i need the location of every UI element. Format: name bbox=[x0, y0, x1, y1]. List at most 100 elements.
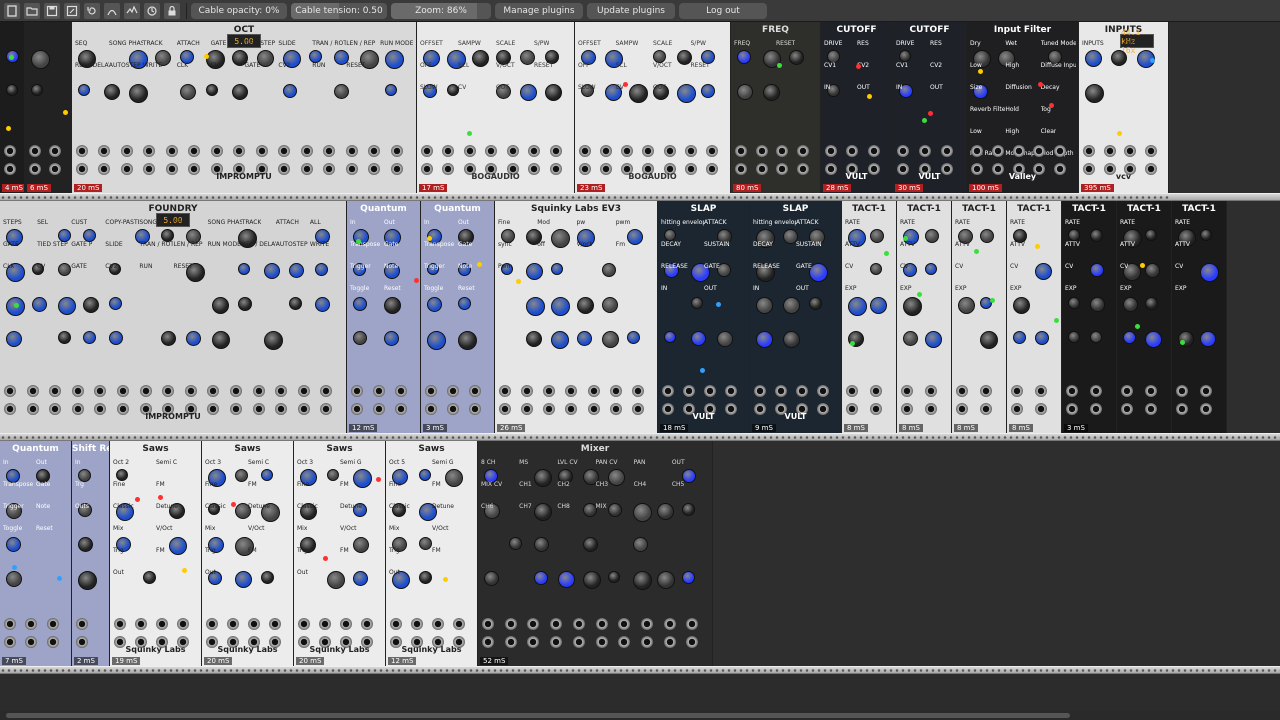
port-jack[interactable] bbox=[469, 403, 481, 415]
save-icon[interactable] bbox=[44, 2, 60, 19]
knob[interactable] bbox=[282, 84, 297, 98]
port-jack[interactable] bbox=[463, 145, 476, 157]
horizontal-scrollbar[interactable] bbox=[0, 711, 1280, 720]
knob[interactable] bbox=[869, 297, 887, 314]
knob[interactable] bbox=[737, 50, 751, 64]
knob[interactable] bbox=[353, 571, 369, 586]
knob[interactable] bbox=[848, 297, 867, 316]
knob[interactable] bbox=[1068, 229, 1080, 241]
port-jack[interactable] bbox=[956, 385, 968, 397]
port-jack[interactable] bbox=[499, 385, 511, 397]
port-jack[interactable] bbox=[684, 145, 697, 157]
power-meter-icon[interactable] bbox=[124, 2, 140, 19]
knob[interactable] bbox=[6, 537, 21, 552]
knob[interactable] bbox=[263, 263, 280, 279]
knob[interactable] bbox=[1144, 229, 1157, 241]
knob[interactable] bbox=[690, 297, 703, 309]
port-jack[interactable] bbox=[76, 145, 88, 157]
knob[interactable] bbox=[78, 537, 93, 552]
port-jack[interactable] bbox=[255, 145, 268, 157]
knob[interactable] bbox=[6, 84, 18, 96]
port-jack[interactable] bbox=[565, 385, 578, 397]
port-jack[interactable] bbox=[4, 163, 16, 175]
port-jack[interactable] bbox=[432, 618, 444, 630]
knob[interactable] bbox=[1144, 263, 1160, 278]
knob[interactable] bbox=[677, 84, 696, 103]
port-jack[interactable] bbox=[550, 636, 563, 648]
port-jack[interactable] bbox=[4, 145, 16, 157]
knob[interactable] bbox=[607, 469, 625, 486]
port-jack[interactable] bbox=[595, 636, 608, 648]
port-jack[interactable] bbox=[754, 385, 766, 397]
port-jack[interactable] bbox=[4, 385, 16, 397]
port-jack[interactable] bbox=[867, 145, 880, 157]
port-jack[interactable] bbox=[447, 385, 459, 397]
port-jack[interactable] bbox=[796, 163, 809, 175]
port-jack[interactable] bbox=[1089, 403, 1102, 415]
port-jack[interactable] bbox=[156, 618, 168, 630]
port-jack[interactable] bbox=[549, 145, 562, 157]
port-jack[interactable] bbox=[1199, 403, 1212, 415]
knob[interactable] bbox=[1123, 331, 1136, 344]
knob[interactable] bbox=[924, 229, 939, 243]
knob[interactable] bbox=[607, 571, 620, 583]
knob[interactable] bbox=[234, 571, 252, 588]
port-jack[interactable] bbox=[1034, 403, 1047, 415]
scrollbar-thumb[interactable] bbox=[6, 713, 1070, 718]
port-jack[interactable] bbox=[609, 385, 622, 397]
port-jack[interactable] bbox=[297, 385, 310, 397]
port-jack[interactable] bbox=[755, 163, 768, 175]
knob[interactable] bbox=[682, 503, 696, 516]
knob[interactable] bbox=[551, 297, 571, 316]
port-jack[interactable] bbox=[504, 636, 517, 648]
knob[interactable] bbox=[385, 84, 398, 96]
cable-tension-slider[interactable]: Cable tension: 0.50 bbox=[291, 2, 387, 19]
knob[interactable] bbox=[789, 50, 804, 65]
knob[interactable] bbox=[1089, 297, 1105, 312]
port-jack[interactable] bbox=[735, 163, 747, 175]
port-jack[interactable] bbox=[979, 403, 992, 415]
knob[interactable] bbox=[1144, 297, 1158, 310]
zoom-slider[interactable]: Zoom: 86% bbox=[391, 2, 491, 19]
lock-icon[interactable] bbox=[164, 2, 180, 19]
port-jack[interactable] bbox=[572, 618, 585, 630]
port-jack[interactable] bbox=[1083, 145, 1095, 157]
port-jack[interactable] bbox=[776, 163, 788, 175]
knob[interactable] bbox=[103, 84, 120, 100]
port-jack[interactable] bbox=[640, 618, 653, 630]
manage-plugins-button[interactable]: Manage plugins bbox=[495, 2, 583, 19]
knob[interactable] bbox=[263, 331, 283, 350]
knob[interactable] bbox=[533, 571, 548, 585]
knob[interactable] bbox=[326, 571, 345, 589]
port-jack[interactable] bbox=[29, 145, 41, 157]
knob[interactable] bbox=[6, 571, 22, 587]
knob[interactable] bbox=[899, 50, 911, 62]
knob[interactable] bbox=[664, 229, 676, 241]
knob[interactable] bbox=[551, 263, 564, 275]
knob[interactable] bbox=[809, 263, 829, 282]
knob[interactable] bbox=[869, 229, 884, 243]
knob[interactable] bbox=[576, 331, 592, 346]
knob[interactable] bbox=[958, 297, 975, 314]
knob[interactable] bbox=[180, 84, 197, 100]
knob[interactable] bbox=[418, 571, 432, 584]
knob[interactable] bbox=[924, 263, 937, 275]
update-plugins-button[interactable]: Update plugins bbox=[587, 2, 675, 19]
port-jack[interactable] bbox=[469, 385, 481, 397]
port-jack[interactable] bbox=[846, 403, 858, 415]
port-jack[interactable] bbox=[4, 636, 16, 648]
knob[interactable] bbox=[551, 229, 571, 248]
port-jack[interactable] bbox=[775, 385, 787, 397]
knob[interactable] bbox=[206, 84, 219, 96]
knob[interactable] bbox=[234, 469, 248, 482]
port-jack[interactable] bbox=[233, 145, 246, 157]
knob[interactable] bbox=[924, 331, 942, 348]
knob[interactable] bbox=[1089, 229, 1103, 242]
knob[interactable] bbox=[520, 84, 538, 101]
knob[interactable] bbox=[526, 263, 544, 280]
port-jack[interactable] bbox=[901, 403, 913, 415]
knob[interactable] bbox=[427, 297, 442, 312]
port-jack[interactable] bbox=[817, 385, 829, 397]
knob[interactable] bbox=[237, 263, 250, 275]
knob[interactable] bbox=[544, 84, 562, 101]
